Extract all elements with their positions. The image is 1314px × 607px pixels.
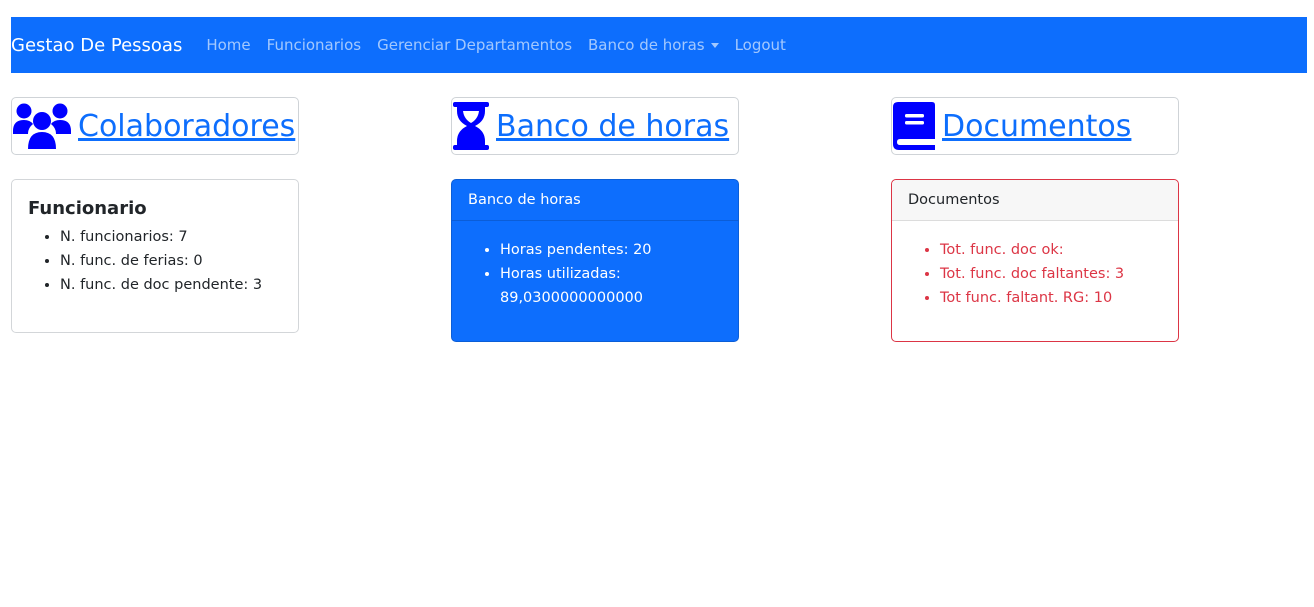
- nav-link-logout[interactable]: Logout: [735, 36, 786, 54]
- colaboradores-header-box: Colaboradores: [11, 97, 299, 155]
- documentos-header-box: Documentos: [891, 97, 1179, 155]
- funcionario-card-title: Funcionario: [28, 198, 147, 219]
- list-item: N. func. de doc pendente: 3: [60, 273, 282, 297]
- caret-down-icon: [710, 43, 719, 48]
- hourglass-icon: [452, 101, 490, 151]
- colaboradores-link[interactable]: Colaboradores: [78, 109, 295, 144]
- list-item: N. func. de ferias: 0: [60, 249, 282, 273]
- documentos-card-body: Tot. func. doc ok: Tot. func. doc faltan…: [892, 221, 1178, 327]
- funcionario-card: Funcionario N. funcionarios: 7 N. func. …: [11, 179, 299, 333]
- list-item: Horas utilizadas: 89,0300000000000: [500, 262, 722, 310]
- banco-de-horas-column: Banco de horas Banco de horas Horas pend…: [451, 97, 739, 342]
- list-item: Tot func. faltant. RG: 10: [940, 286, 1162, 310]
- banco-header-box: Banco de horas: [451, 97, 739, 155]
- banco-de-horas-link[interactable]: Banco de horas: [496, 109, 729, 144]
- users-icon: [12, 101, 72, 151]
- banco-list: Horas pendentes: 20 Horas utilizadas: 89…: [468, 238, 722, 310]
- documentos-link[interactable]: Documentos: [942, 109, 1131, 144]
- banco-de-horas-card: Banco de horas Horas pendentes: 20 Horas…: [451, 179, 739, 342]
- banco-card-body: Horas pendentes: 20 Horas utilizadas: 89…: [452, 221, 738, 327]
- nav-link-home[interactable]: Home: [206, 36, 250, 54]
- list-item: Horas pendentes: 20: [500, 238, 722, 262]
- nav-dropdown-banco-de-horas[interactable]: Banco de horas: [588, 36, 719, 54]
- nav-link-funcionarios[interactable]: Funcionarios: [267, 36, 361, 54]
- funcionario-list: N. funcionarios: 7 N. func. de ferias: 0…: [28, 225, 282, 297]
- nav-link-gerenciar-departamentos[interactable]: Gerenciar Departamentos: [377, 36, 572, 54]
- navbar-brand[interactable]: Gestao De Pessoas: [11, 35, 182, 56]
- list-item: Tot. func. doc faltantes: 3: [940, 262, 1162, 286]
- banco-card-header: Banco de horas: [452, 180, 738, 221]
- top-navbar: Gestao De Pessoas Home Funcionarios Gere…: [11, 17, 1307, 73]
- documentos-card: Documentos Tot. func. doc ok: Tot. func.…: [891, 179, 1179, 342]
- list-item: Tot. func. doc ok:: [940, 238, 1162, 262]
- nav-dropdown-label: Banco de horas: [588, 36, 705, 54]
- documentos-column: Documentos Documentos Tot. func. doc ok:…: [891, 97, 1179, 342]
- documentos-list: Tot. func. doc ok: Tot. func. doc faltan…: [908, 238, 1162, 310]
- list-item: N. funcionarios: 7: [60, 225, 282, 249]
- documentos-card-header: Documentos: [892, 180, 1178, 221]
- colaboradores-column: Colaboradores Funcionario N. funcionario…: [11, 97, 299, 333]
- book-icon: [892, 101, 936, 151]
